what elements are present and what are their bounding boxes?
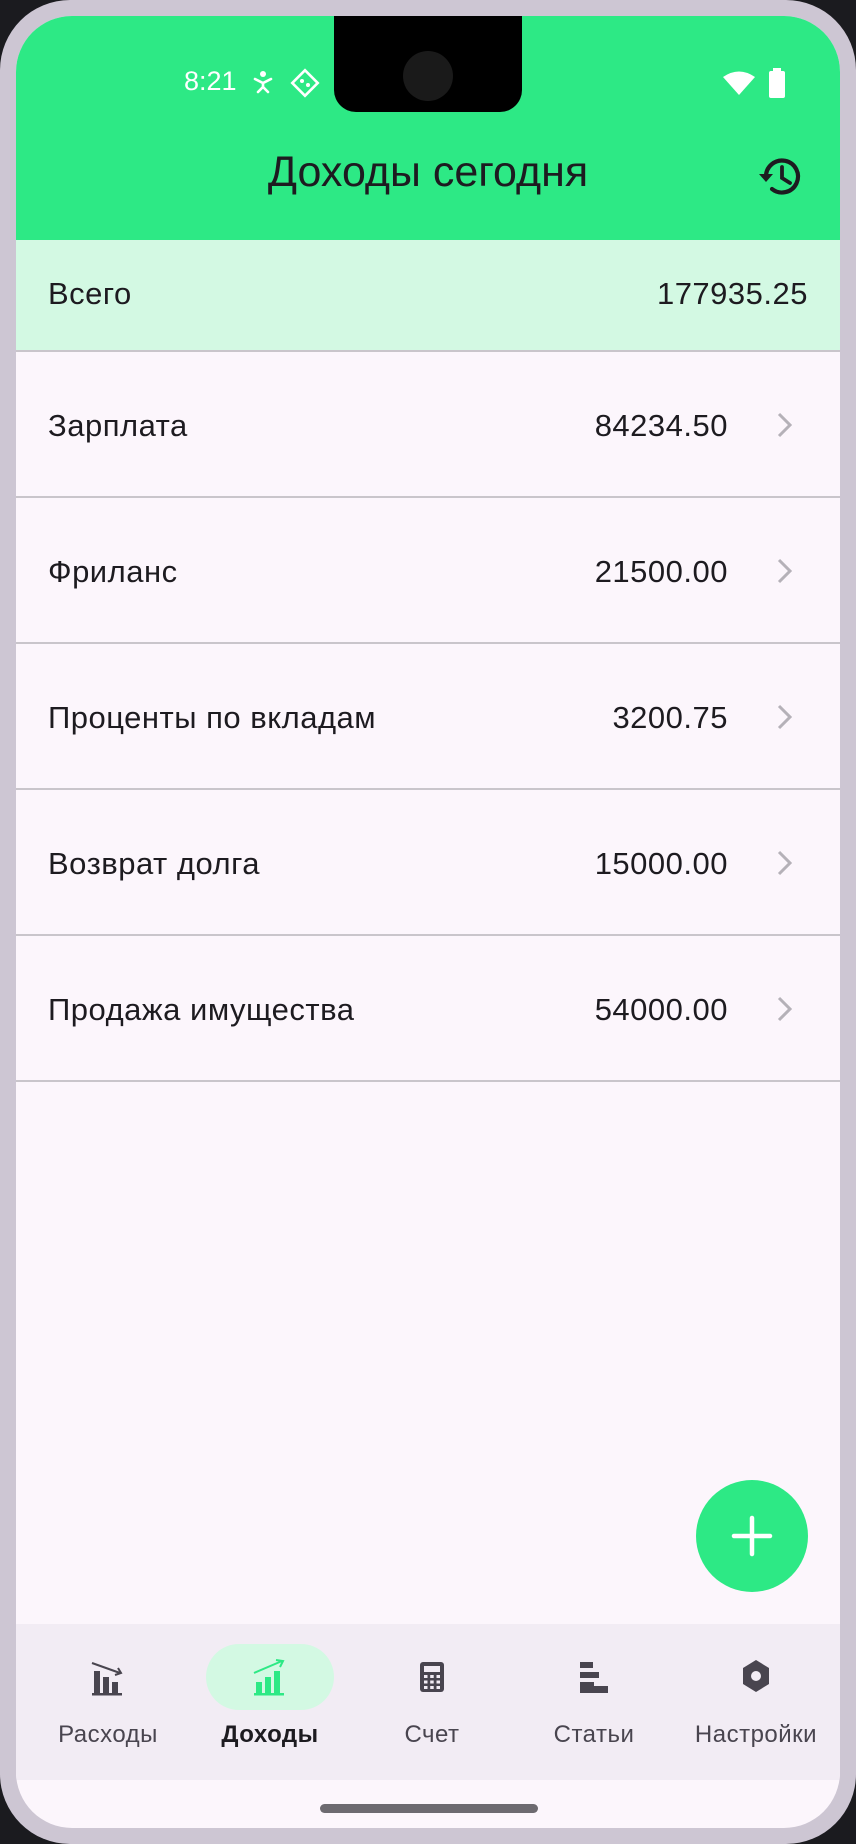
list-item[interactable]: Зарплата 84234.50	[16, 352, 840, 498]
calculator-icon	[420, 1662, 444, 1692]
nav-label: Статьи	[553, 1721, 635, 1748]
nav-label: Доходы	[221, 1721, 319, 1748]
status-time: 8:21	[184, 66, 237, 96]
income-chart-icon	[253, 1659, 285, 1696]
page-title: Доходы сегодня	[267, 148, 589, 196]
device-frame: 8:21 Доходы сегодня Всего 177935.25 Зарп…	[0, 0, 856, 1844]
nav-item-categories[interactable]: Статьи	[512, 1624, 676, 1780]
list-item-label: Зарплата	[48, 408, 188, 443]
list-item-label: Проценты по вкладам	[48, 700, 377, 735]
list-item-amount: 84234.50	[594, 408, 728, 443]
chevron-right-icon	[777, 996, 793, 1022]
categories-icon	[580, 1662, 608, 1693]
nav-label: Настройки	[694, 1721, 818, 1748]
list-item-label: Фриланс	[48, 554, 178, 589]
chevron-right-icon	[777, 850, 793, 876]
data-saver-icon	[290, 68, 320, 98]
list-item-amount: 54000.00	[594, 992, 728, 1027]
gesture-bar[interactable]	[320, 1804, 538, 1813]
chevron-right-icon	[777, 412, 793, 438]
app-screen: 8:21 Доходы сегодня Всего 177935.25 Зарп…	[16, 16, 840, 1828]
wifi-icon	[723, 71, 755, 95]
bottom-navigation: Расходы Доходы Счет Статьи Настройки	[16, 1624, 840, 1780]
nav-label: Расходы	[58, 1721, 158, 1748]
list-item-label: Продажа имущества	[48, 992, 355, 1027]
total-label: Всего	[48, 276, 132, 311]
total-amount: 177935.25	[656, 276, 808, 311]
nav-label: Счет	[404, 1721, 460, 1748]
list-item[interactable]: Продажа имущества 54000.00	[16, 936, 840, 1082]
battery-icon	[769, 68, 785, 98]
list-item[interactable]: Проценты по вкладам 3200.75	[16, 644, 840, 790]
nav-item-income[interactable]: Доходы	[188, 1624, 352, 1780]
plus-icon	[731, 1515, 773, 1557]
list-item-label: Возврат долга	[48, 846, 260, 881]
nav-item-settings[interactable]: Настройки	[674, 1624, 838, 1780]
expenses-chart-icon	[91, 1662, 123, 1696]
history-icon[interactable]	[758, 154, 804, 200]
chevron-right-icon	[777, 558, 793, 584]
chevron-right-icon	[777, 704, 793, 730]
add-income-button[interactable]	[696, 1480, 808, 1592]
front-camera	[403, 51, 453, 101]
list-item[interactable]: Возврат долга 15000.00	[16, 790, 840, 936]
list-item[interactable]: Фриланс 21500.00	[16, 498, 840, 644]
total-row: Всего 177935.25	[16, 240, 840, 352]
list-item-amount: 3200.75	[612, 700, 728, 735]
list-item-amount: 15000.00	[594, 846, 728, 881]
list-item-amount: 21500.00	[594, 554, 728, 589]
settings-icon	[743, 1660, 769, 1692]
nav-item-account[interactable]: Счет	[350, 1624, 514, 1780]
top-app-bar: 8:21 Доходы сегодня	[16, 16, 840, 240]
accessibility-icon	[253, 71, 273, 94]
nav-item-expenses[interactable]: Расходы	[26, 1624, 190, 1780]
